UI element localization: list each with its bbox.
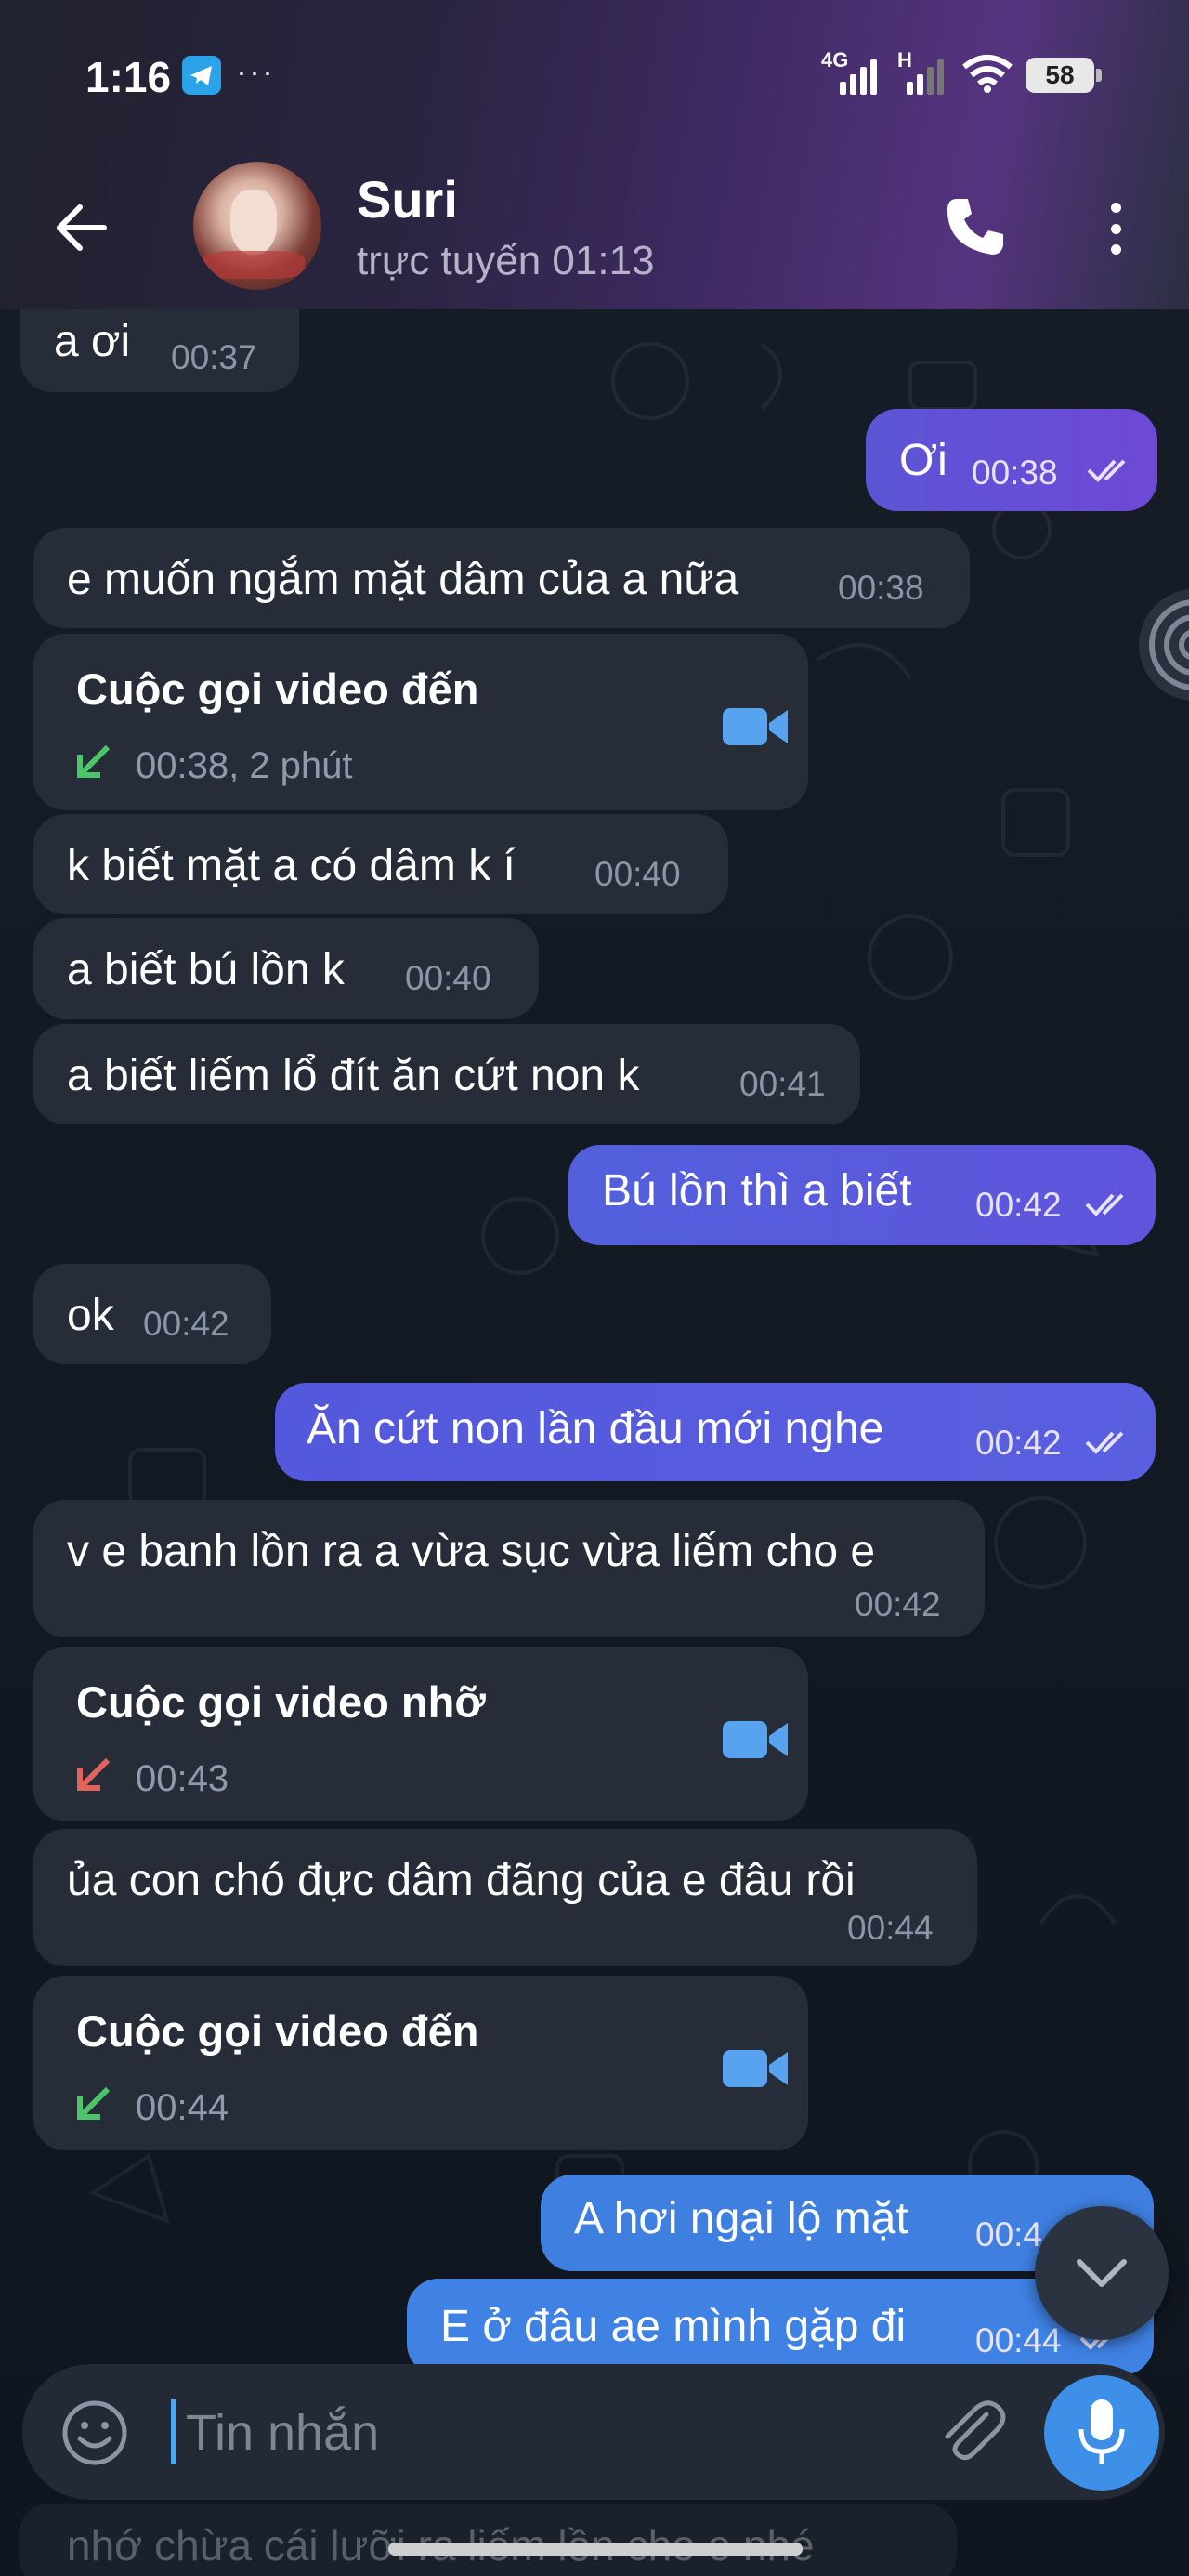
message-time: 00:40 [594,855,681,893]
call-missed-video[interactable]: Cuộc gọi video nhỡ 00:43 [33,1647,808,1821]
call-meta: 00:44 [136,2087,229,2128]
more-options-icon[interactable] [1092,193,1139,264]
contact-online-status: trực tuyến 01:13 [357,238,655,283]
call-meta: 00:38, 2 phút [136,745,353,786]
message-time: 00:37 [171,338,257,376]
message-text: v e banh lồn ra a vừa sục vừa liếm cho e [67,1527,876,1576]
video-camera-icon[interactable] [723,704,790,749]
message-text: a ơi [54,317,131,366]
message-outgoing[interactable]: Ơi 00:38 [866,409,1157,511]
message-text: e muốn ngắm mặt dâm của a nữa [67,555,739,604]
contact-avatar[interactable] [193,162,321,290]
call-incoming-video[interactable]: Cuộc gọi video đến 00:44 [33,1976,808,2150]
message-time: 00:38 [838,569,924,607]
message-incoming[interactable]: ok 00:42 [33,1264,271,1364]
call-meta: 00:43 [136,1758,229,1799]
message-incoming[interactable]: k biết mặt a có dâm k í 00:40 [33,814,728,914]
message-incoming[interactable]: a biết liếm lổ đít ăn cứt non k 00:41 [33,1024,860,1124]
message-text: a biết liếm lổ đít ăn cứt non k [67,1051,640,1100]
message-incoming[interactable]: a biết bú lồn k 00:40 [33,918,539,1019]
missed-call-arrow-icon [77,1757,111,1791]
text-cursor [171,2399,176,2464]
battery-indicator: 58 [1026,58,1102,93]
message-text: Ơi [899,436,947,485]
read-checkmarks-icon [1087,459,1126,482]
message-time: 00:42 [975,1186,1062,1224]
message-time: 00:42 [975,1424,1062,1462]
message-time: 00:40 [405,959,491,997]
message-outgoing[interactable]: Ăn cứt non lần đầu mới nghe 00:42 [275,1383,1156,1481]
home-indicator[interactable] [388,2543,803,2556]
status-more-dots: ··· [236,52,275,90]
signal-strength-icon [840,58,877,95]
message-incoming[interactable]: e muốn ngắm mặt dâm của a nữa 00:38 [33,528,970,628]
wifi-icon [962,55,1013,93]
message-time: 00:4 [975,2215,1043,2254]
message-time: 00:42 [855,1585,941,1623]
scroll-to-bottom-button[interactable] [1035,2206,1169,2340]
call-title: Cuộc gọi video đến [76,2006,479,2056]
signal-strength-icon-2 [907,58,944,95]
message-time: 00:38 [972,453,1058,492]
message-time: 00:42 [143,1305,229,1343]
message-input[interactable] [186,2398,892,2468]
message-time: 00:41 [739,1065,826,1103]
video-camera-icon[interactable] [723,1717,790,1762]
floating-swirl-icon[interactable] [1130,580,1189,710]
chevron-down-icon [1077,2259,1127,2287]
message-incoming[interactable]: v e banh lồn ra a vừa sục vừa liếm cho e… [33,1500,985,1637]
message-list[interactable]: a ơi 00:37 Ơi 00:38 e muốn ngắm mặt dâm … [0,0,1189,2576]
message-text: Bú lồn thì a biết [602,1166,912,1216]
chat-screen: 1:16 ··· 4G H 58 Suri trực tuyến 01:13 a… [0,0,1189,2576]
message-composer [22,2364,1165,2500]
message-time: 00:44 [975,2321,1062,2359]
call-title: Cuộc gọi video đến [76,664,479,714]
read-checkmarks-icon [1085,1431,1124,1454]
message-incoming[interactable]: ủa con chó đực dâm đãng của e đâu rồi 00… [33,1829,977,1966]
message-text: E ở đâu ae mình gặp đi [440,2302,907,2351]
chat-header: 1:16 ··· 4G H 58 Suri trực tuyến 01:13 [0,0,1189,309]
message-text: k biết mặt a có dâm k í [67,841,516,890]
message-text: ok [67,1291,114,1340]
call-incoming-video[interactable]: Cuộc gọi video đến 00:38, 2 phút [33,634,808,810]
paperclip-attach-icon[interactable] [933,2394,1011,2472]
call-title: Cuộc gọi video nhỡ [76,1677,486,1727]
incoming-call-arrow-icon [77,744,111,778]
incoming-call-arrow-icon [77,2086,111,2120]
message-outgoing[interactable]: Bú lồn thì a biết 00:42 [568,1145,1156,1245]
microphone-icon [1078,2399,1125,2464]
message-text: Ăn cứt non lần đầu mới nghe [307,1404,884,1453]
video-camera-icon[interactable] [723,2046,790,2091]
message-text: A hơi ngại lộ mặt [574,2194,908,2243]
status-time: 1:16 [85,53,172,101]
message-text: a biết bú lồn k [67,945,345,994]
read-checkmarks-icon [1085,1193,1124,1216]
contact-name[interactable]: Suri [357,169,458,230]
back-arrow-icon[interactable] [50,195,115,260]
microphone-button[interactable] [1044,2375,1159,2491]
phone-call-icon[interactable] [940,191,1011,262]
message-time: 00:44 [847,1909,934,1947]
message-text: ủa con chó đực dâm đãng của e đâu rồi [67,1856,856,1905]
emoji-icon[interactable] [59,2398,130,2468]
telegram-notification-icon [182,56,221,95]
